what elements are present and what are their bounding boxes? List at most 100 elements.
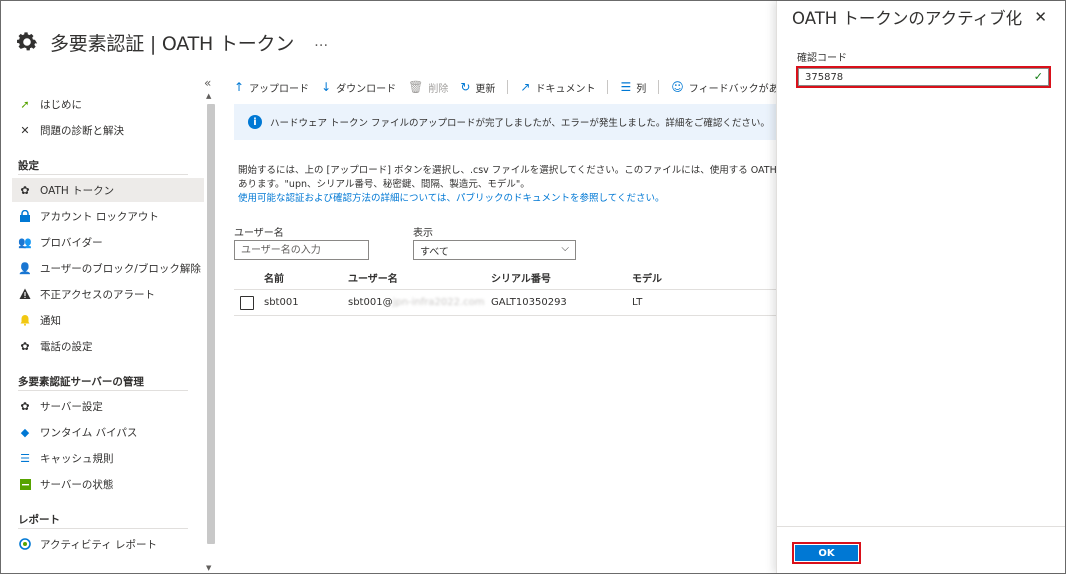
bell-icon: [18, 313, 32, 327]
sidebar-item-server-settings[interactable]: ✿ サーバー設定: [12, 394, 202, 418]
sidebar-item-label: はじめに: [40, 98, 82, 111]
sidebar-item-label: ワンタイム バイパス: [40, 426, 138, 439]
divider: [18, 174, 188, 175]
section-reports: レポート: [18, 514, 60, 526]
panel-title: OATH トークンのアクティブ化: [792, 9, 1023, 28]
page-header: 多要素認証 | OATH トークン …: [14, 22, 328, 62]
divider: [18, 390, 188, 391]
row-checkbox[interactable]: [240, 295, 254, 310]
sidebar-item-label: アカウント ロックアウト: [40, 210, 159, 223]
refresh-icon: ↻: [460, 80, 471, 94]
sidebar-item-block-unblock[interactable]: 👤 ユーザーのブロック/ブロック解除: [12, 256, 202, 280]
sidebar-item-label: OATH トークン: [40, 184, 115, 197]
scroll-thumb[interactable]: [207, 104, 215, 544]
documentation-label: ドキュメント: [535, 83, 596, 95]
toolbar-separator: [607, 80, 609, 94]
sidebar-item-server-status[interactable]: サーバーの状態: [12, 472, 202, 496]
section-server: 多要素認証サーバーの管理: [18, 376, 144, 388]
download-icon: ↓: [321, 80, 332, 94]
sidebar-item-oath-tokens[interactable]: ✿ OATH トークン: [12, 178, 204, 202]
column-header-serial[interactable]: シリアル番号: [491, 266, 551, 289]
sidebar-item-one-time-bypass[interactable]: ◆ ワンタイム バイパス: [12, 420, 202, 444]
sidebar-item-diagnose[interactable]: ✕ 問題の診断と解決: [12, 118, 202, 142]
cell-username: sbt001@ jpn-infra2022.com: [348, 290, 485, 315]
verification-code-label: 確認コード: [797, 53, 847, 64]
cell-serial: GALT10350293: [491, 297, 567, 308]
columns-icon: ☰: [620, 80, 632, 94]
sidebar-item-label: 通知: [40, 314, 61, 327]
info-icon: i: [248, 115, 262, 129]
column-header-name[interactable]: 名前: [264, 266, 284, 289]
collapse-sidebar-button[interactable]: «: [204, 76, 211, 90]
cell-model: LT: [632, 297, 643, 308]
gear-icon: [17, 32, 38, 51]
chevron-down-icon: ⌵: [561, 243, 569, 254]
user-block-icon: 👤: [18, 261, 32, 275]
rocket-icon: ➚: [20, 97, 30, 111]
feedback-icon: ☺: [671, 80, 684, 94]
display-filter-select[interactable]: すべて ⌵: [413, 240, 576, 260]
description-line: 開始するには、上の [アップロード] ボタンを選択し、.csv ファイルを選択し…: [238, 165, 776, 176]
sidebar-item-notifications[interactable]: 通知: [12, 308, 202, 332]
toolbar-separator: [507, 80, 509, 94]
scroll-down-icon[interactable]: ▼: [206, 564, 211, 572]
close-icon[interactable]: ✕: [1034, 8, 1047, 26]
wrench-icon: ✕: [20, 123, 30, 137]
checkmark-icon: ✓: [1033, 70, 1043, 83]
description-line: あります。"upn、シリアル番号、秘密鍵、間隔、製造元、モデル"。: [238, 179, 530, 190]
column-header-username[interactable]: ユーザー名: [348, 266, 398, 289]
panel-footer-divider: [777, 526, 1065, 527]
sidebar-item-label: 不正アクセスのアラート: [40, 288, 155, 301]
verification-code-highlight: ✓: [796, 66, 1051, 88]
sidebar-item-label: キャッシュ規則: [40, 452, 114, 465]
sidebar-item-account-lockout[interactable]: アカウント ロックアウト: [12, 204, 202, 228]
username-domain-masked: jpn-infra2022.com: [392, 297, 485, 308]
diamond-icon: ◆: [20, 425, 30, 439]
lock-icon: [18, 209, 32, 223]
table-header: 名前 ユーザー名 シリアル番号 モデル: [234, 266, 776, 290]
command-bar: ↑ アップロード ↓ ダウンロード 🗑 削除 ↻ 更新 ↗ ドキュメント ☰ 列 ☺ フィード…: [234, 76, 821, 98]
sidebar: « ▲ ▼ ➚ はじめに ✕ 問題の診断と解決 設定 ✿ OATH トークン ア…: [0, 76, 218, 572]
table-row[interactable]: sbt001 sbt001@ jpn-infra2022.com GALT1035…: [234, 290, 776, 316]
list-icon: ☰: [20, 451, 30, 465]
refresh-button[interactable]: ↻ 更新: [460, 80, 495, 95]
sidebar-scrollbar[interactable]: ▲ ▼: [206, 92, 216, 572]
delete-button[interactable]: 🗑 削除: [408, 80, 448, 95]
scroll-up-icon[interactable]: ▲: [206, 92, 211, 100]
refresh-label: 更新: [475, 83, 496, 95]
username-label: ユーザー名: [234, 228, 284, 239]
external-link-icon: ↗: [520, 80, 531, 94]
sidebar-item-activity-report[interactable]: アクティビティ レポート: [12, 532, 202, 556]
verification-code-input[interactable]: [798, 68, 1049, 86]
sidebar-item-phone-settings[interactable]: ✿ 電話の設定: [12, 334, 202, 358]
docs-link[interactable]: 使用可能な認証および確認方法の詳細については、パブリックのドキュメントを参照して…: [238, 192, 776, 206]
sidebar-item-label: プロバイダー: [40, 236, 103, 249]
sidebar-item-fraud-alert[interactable]: 不正アクセスのアラート: [12, 282, 202, 306]
sidebar-item-caching-rules[interactable]: ☰ キャッシュ規則: [12, 446, 202, 470]
sidebar-item-label: サーバーの状態: [40, 478, 114, 491]
sidebar-item-label: 電話の設定: [40, 340, 93, 353]
column-header-model[interactable]: モデル: [632, 266, 662, 289]
upload-button[interactable]: ↑ アップロード: [234, 80, 309, 95]
tokens-table: 名前 ユーザー名 シリアル番号 モデル sbt001 sbt001@ jpn-in…: [234, 266, 776, 316]
sidebar-item-label: アクティビティ レポート: [40, 538, 158, 551]
trash-icon: 🗑: [408, 80, 424, 94]
page-title: 多要素認証 | OATH トークン: [50, 32, 295, 55]
sidebar-item-getting-started[interactable]: ➚ はじめに: [12, 92, 202, 116]
documentation-button[interactable]: ↗ ドキュメント: [520, 80, 595, 95]
download-label: ダウンロード: [336, 83, 397, 95]
columns-button[interactable]: ☰ 列: [620, 80, 646, 95]
display-label: 表示: [413, 228, 433, 239]
upload-icon: ↑: [234, 80, 245, 94]
more-options-button[interactable]: …: [314, 34, 328, 50]
gear-icon: ✿: [20, 183, 30, 197]
cell-name: sbt001: [264, 297, 299, 308]
users-icon: 👥: [18, 235, 32, 249]
info-banner[interactable]: i ハードウェア トークン ファイルのアップロードが完了しましたが、エラーが発生…: [234, 104, 776, 140]
upload-label: アップロード: [249, 83, 310, 95]
username-filter-input[interactable]: [234, 240, 369, 260]
sidebar-item-providers[interactable]: 👥 プロバイダー: [12, 230, 202, 254]
gear-icon: ✿: [20, 339, 30, 353]
download-button[interactable]: ↓ ダウンロード: [321, 80, 396, 95]
ok-button[interactable]: OK: [795, 545, 858, 561]
